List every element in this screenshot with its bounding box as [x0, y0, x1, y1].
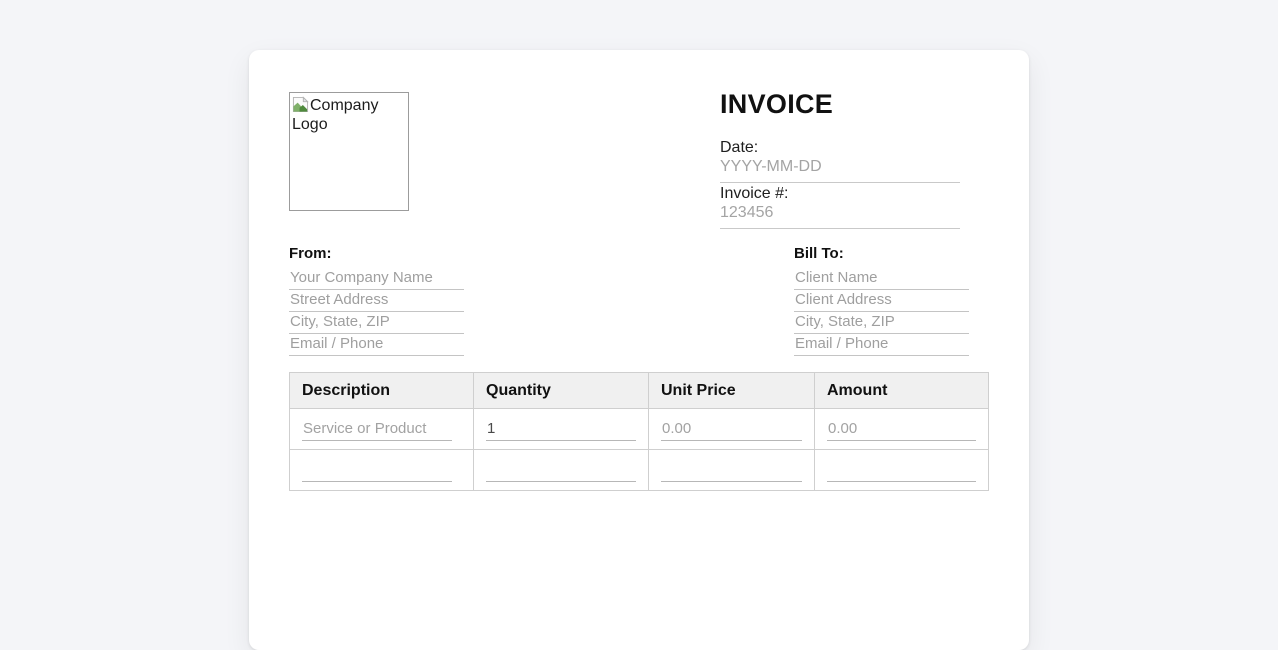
invoice-number-input[interactable] — [720, 203, 960, 229]
item-quantity-input[interactable] — [486, 460, 636, 482]
item-amount-input[interactable] — [827, 460, 976, 482]
item-description-input[interactable] — [302, 460, 452, 482]
header-quantity: Quantity — [473, 372, 649, 409]
item-amount-input[interactable] — [827, 419, 976, 441]
from-section: From: — [289, 246, 464, 356]
invoice-meta-section: INVOICE Date: Invoice #: — [720, 90, 960, 230]
item-unit-price-input[interactable] — [661, 419, 802, 441]
invoice-number-label: Invoice #: — [720, 185, 789, 202]
item-quantity-input[interactable] — [486, 419, 636, 441]
bill-to-label: Bill To: — [794, 245, 844, 262]
table-row — [289, 408, 989, 450]
page-title: INVOICE — [720, 89, 834, 119]
from-email-phone-input[interactable] — [289, 334, 464, 356]
invoice-card: Company Logo INVOICE Date: Invoice #: Fr… — [249, 50, 1029, 650]
bill-to-section: Bill To: — [794, 246, 969, 356]
company-logo-placeholder: Company Logo — [289, 92, 409, 211]
billto-client-address-input[interactable] — [794, 290, 969, 312]
header-amount: Amount — [814, 372, 989, 409]
billto-client-name-input[interactable] — [794, 268, 969, 290]
table-header-row: Description Quantity Unit Price Amount — [289, 372, 989, 409]
from-label: From: — [289, 245, 332, 262]
from-street-address-input[interactable] — [289, 290, 464, 312]
table-row — [289, 449, 989, 491]
billto-city-state-zip-input[interactable] — [794, 312, 969, 334]
header-description: Description — [289, 372, 474, 409]
date-label: Date: — [720, 139, 759, 156]
item-description-input[interactable] — [302, 419, 452, 441]
from-city-state-zip-input[interactable] — [289, 312, 464, 334]
line-items-table: Description Quantity Unit Price Amount — [289, 372, 989, 491]
billto-email-phone-input[interactable] — [794, 334, 969, 356]
item-unit-price-input[interactable] — [661, 460, 802, 482]
date-input[interactable] — [720, 157, 960, 183]
broken-image-icon — [292, 96, 309, 113]
from-company-name-input[interactable] — [289, 268, 464, 290]
header-unit-price: Unit Price — [648, 372, 815, 409]
